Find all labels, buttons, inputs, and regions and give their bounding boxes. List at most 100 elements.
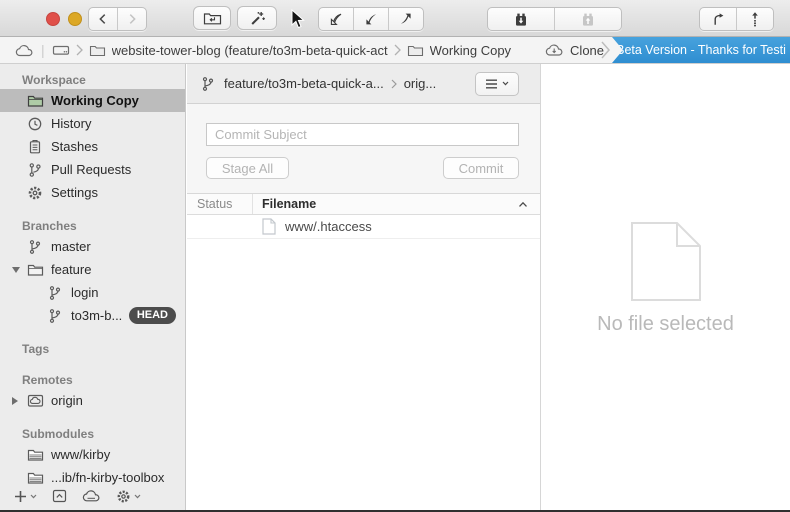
- rebase-arrow-icon: [748, 11, 762, 27]
- chevron-down-icon: [134, 494, 141, 499]
- folder-reveal-icon: [203, 11, 222, 26]
- column-header-status[interactable]: Status: [187, 194, 253, 214]
- breadcrumb-repo[interactable]: website-tower-blog (feature/to3m-beta-qu…: [89, 43, 388, 58]
- empty-document-icon: [631, 222, 701, 301]
- column-header-filename-label: Filename: [262, 197, 316, 211]
- open-in-finder-button[interactable]: [193, 6, 231, 30]
- folder-icon: [89, 44, 106, 57]
- push-button[interactable]: [388, 8, 423, 30]
- chevron-separator-icon: [394, 44, 401, 56]
- tracking-remote-label[interactable]: orig...: [404, 76, 437, 91]
- current-branch-label[interactable]: feature/to3m-beta-quick-a...: [224, 76, 384, 91]
- quick-actions-button[interactable]: [237, 6, 277, 30]
- stash-controls: [487, 7, 622, 31]
- branch-icon: [200, 76, 216, 92]
- open-panel-button[interactable]: [52, 489, 67, 503]
- stash-apply-icon: [580, 12, 596, 27]
- sidebar-item-label: Settings: [51, 185, 98, 200]
- section-title-branches: Branches: [0, 217, 185, 235]
- sidebar-item-label: origin: [51, 393, 83, 408]
- cloud-service-icon[interactable]: [15, 44, 34, 57]
- working-copy-folder-icon: [27, 94, 44, 108]
- pull-request-icon: [27, 162, 44, 178]
- chevron-down-icon: [502, 81, 509, 86]
- file-row-htaccess[interactable]: www/.htaccess: [187, 215, 540, 239]
- sidebar-item-history[interactable]: History: [0, 112, 185, 135]
- magic-wand-icon: [249, 10, 266, 27]
- pathbar-divider: |: [41, 42, 45, 58]
- commit-subject-input[interactable]: [206, 123, 519, 146]
- sort-ascending-icon: [518, 201, 528, 208]
- tower-window: | website-tower-blog (feature/to3m-beta-…: [0, 0, 790, 512]
- clock-icon: [27, 116, 44, 132]
- view-options-button[interactable]: [475, 72, 519, 96]
- commit-area: Stage All Commit: [187, 104, 540, 194]
- merge-branch-icon: [711, 11, 726, 27]
- merge-controls: [699, 7, 774, 31]
- stash-save-icon: [513, 12, 529, 27]
- section-title-tags: Tags: [0, 340, 185, 358]
- branch-header: feature/to3m-beta-quick-a... orig...: [187, 64, 540, 104]
- forward-button[interactable]: [117, 8, 146, 30]
- breadcrumb-working-copy[interactable]: Working Copy: [407, 43, 511, 58]
- merge-button[interactable]: [700, 8, 736, 30]
- sidebar-item-branch-login[interactable]: login: [0, 281, 185, 304]
- sidebar-section-tags: Tags: [0, 340, 185, 358]
- sidebar-item-pull-requests[interactable]: Pull Requests: [0, 158, 185, 181]
- sidebar-section-submodules: Submodules www/kirby ...ib/fn-kirby-tool…: [0, 425, 185, 489]
- disclosure-triangle-icon[interactable]: [12, 397, 18, 405]
- working-copy-crumb-label: Working Copy: [430, 43, 511, 58]
- close-window-button[interactable]: [46, 12, 60, 26]
- remote-cloud-folder-icon: [27, 393, 44, 408]
- section-title-submodules: Submodules: [0, 425, 185, 443]
- apply-stash-button[interactable]: [554, 8, 621, 30]
- sidebar-item-label: feature: [51, 262, 91, 277]
- settings-menu-button[interactable]: [116, 489, 141, 504]
- breadcrumb-clone[interactable]: Clone: [545, 43, 604, 58]
- save-stash-button[interactable]: [488, 8, 554, 30]
- history-navigation: [88, 7, 147, 31]
- fetch-button[interactable]: [319, 8, 353, 30]
- cloud-services-button[interactable]: [82, 489, 101, 503]
- sidebar-item-branch-folder-feature[interactable]: feature: [0, 258, 185, 281]
- sidebar-item-label: to3m-b...: [71, 308, 122, 323]
- head-badge: HEAD: [129, 307, 176, 324]
- folder-icon: [27, 263, 44, 277]
- plus-icon: [14, 490, 27, 503]
- toolbar: [0, 0, 790, 37]
- sidebar-item-settings[interactable]: Settings: [0, 181, 185, 204]
- commit-button[interactable]: Commit: [443, 157, 519, 179]
- sidebar-item-branch-master[interactable]: master: [0, 235, 185, 258]
- stage-all-button[interactable]: Stage All: [206, 157, 289, 179]
- document-icon: [262, 218, 276, 235]
- pull-arrow-icon: [363, 11, 379, 27]
- rebase-button[interactable]: [736, 8, 773, 30]
- sidebar-item-stashes[interactable]: Stashes: [0, 135, 185, 158]
- branch-icon: [47, 308, 64, 324]
- sidebar-item-working-copy[interactable]: Working Copy: [0, 89, 185, 112]
- chevron-right-icon: [125, 12, 139, 26]
- beta-version-banner[interactable]: Beta Version - Thanks for Testi: [612, 37, 790, 63]
- sidebar-item-label: www/kirby: [51, 447, 110, 462]
- column-header-filename[interactable]: Filename: [253, 194, 540, 214]
- sidebar-item-submodule-kirby[interactable]: www/kirby: [0, 443, 185, 466]
- hard-drive-icon[interactable]: [52, 43, 70, 57]
- minimize-window-button[interactable]: [68, 12, 82, 26]
- clone-crumb-label: Clone: [570, 43, 604, 58]
- disclosure-triangle-icon[interactable]: [12, 267, 20, 273]
- submodule-folder-icon: [27, 448, 44, 462]
- back-button[interactable]: [89, 8, 117, 30]
- pull-button[interactable]: [353, 8, 388, 30]
- chevron-separator-icon: [76, 44, 83, 56]
- sidebar-item-label: Stashes: [51, 139, 98, 154]
- stash-list-icon: [27, 139, 44, 155]
- sidebar-item-remote-origin[interactable]: origin: [0, 389, 185, 412]
- sidebar-item-label: Working Copy: [51, 93, 139, 108]
- repo-breadcrumb-label: website-tower-blog (feature/to3m-beta-qu…: [112, 43, 388, 58]
- branch-icon: [47, 285, 64, 301]
- sidebar-item-branch-to3m[interactable]: to3m-b... HEAD: [0, 304, 185, 327]
- sidebar-section-branches: Branches master feature log: [0, 217, 185, 327]
- sidebar-item-label: login: [71, 285, 98, 300]
- add-repository-button[interactable]: [14, 490, 37, 503]
- repo-navigation-bar: | website-tower-blog (feature/to3m-beta-…: [0, 37, 790, 64]
